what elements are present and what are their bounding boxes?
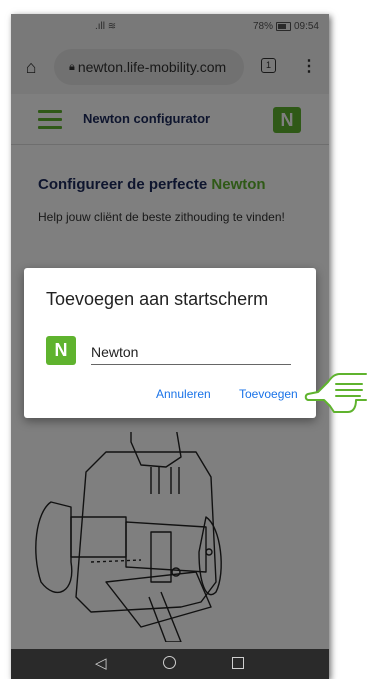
back-icon[interactable]: ◁ [95,654,107,672]
app-icon: N [46,336,76,365]
shortcut-name-input[interactable] [91,340,291,365]
home-circle-icon[interactable] [163,656,176,669]
recents-icon[interactable] [232,657,244,669]
dialog-title: Toevoegen aan startscherm [46,289,269,309]
system-nav-bar: ◁ [11,649,329,679]
add-button[interactable]: Toevoegen [239,387,298,401]
add-to-homescreen-dialog: Toevoegen aan startscherm N Annuleren To… [24,268,316,418]
pointing-hand-icon [304,373,367,413]
cancel-button[interactable]: Annuleren [156,387,211,401]
